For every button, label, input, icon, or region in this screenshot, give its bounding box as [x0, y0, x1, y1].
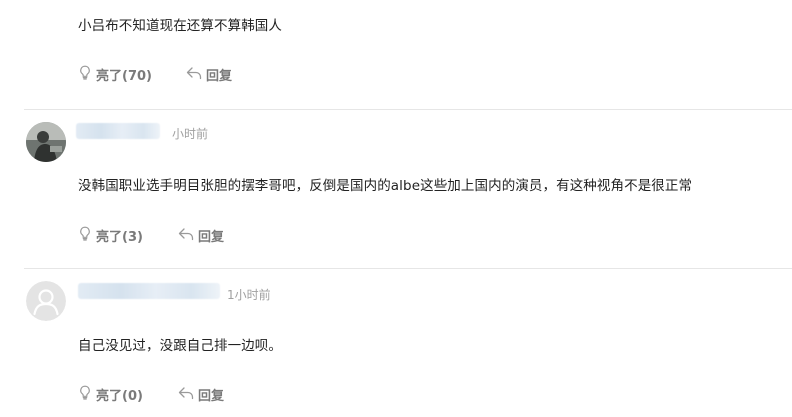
like-button[interactable]: 亮了(3) — [78, 226, 143, 245]
comment-time: 小时前 — [172, 127, 209, 141]
comment-text: 没韩国职业选手明目张胆的摆李哥吧，反倒是国内的albe这些加上国内的演员，有这种… — [78, 178, 693, 194]
lightbulb-icon — [78, 385, 96, 404]
like-count-label: 亮了(0) — [96, 389, 143, 404]
reply-button[interactable]: 回复 — [186, 65, 232, 84]
comment-text: 小吕布不知道现在还算不算韩国人 — [78, 18, 282, 34]
reply-arrow-icon — [178, 386, 198, 404]
reply-arrow-icon — [178, 227, 198, 245]
reply-button[interactable]: 回复 — [178, 385, 224, 404]
like-count-label: 亮了(3) — [96, 230, 143, 245]
like-button[interactable]: 亮了(70) — [78, 65, 152, 84]
lightbulb-icon — [78, 65, 96, 84]
default-user-avatar-icon — [26, 281, 66, 321]
reply-label: 回复 — [198, 230, 225, 245]
username-redacted[interactable] — [76, 123, 160, 139]
username-redacted[interactable] — [78, 283, 220, 299]
comment-text: 自己没见过，没跟自己排一边呗。 — [78, 338, 282, 354]
comment-list: 小吕布不知道现在还算不算韩国人 亮了(70) 回复 小时前 没韩国职业选手明目张… — [0, 0, 792, 417]
lightbulb-icon — [78, 226, 96, 245]
comment-divider — [24, 109, 792, 110]
like-button[interactable]: 亮了(0) — [78, 385, 143, 404]
comment-divider — [24, 268, 792, 269]
avatar[interactable] — [26, 281, 66, 321]
user-photo-avatar-icon — [26, 122, 66, 162]
reply-arrow-icon — [186, 66, 206, 84]
reply-label: 回复 — [198, 389, 225, 404]
reply-button[interactable]: 回复 — [178, 226, 224, 245]
like-count-label: 亮了(70) — [96, 69, 152, 84]
avatar[interactable] — [26, 122, 66, 162]
comment-time: 1小时前 — [227, 288, 271, 302]
reply-label: 回复 — [206, 69, 233, 84]
